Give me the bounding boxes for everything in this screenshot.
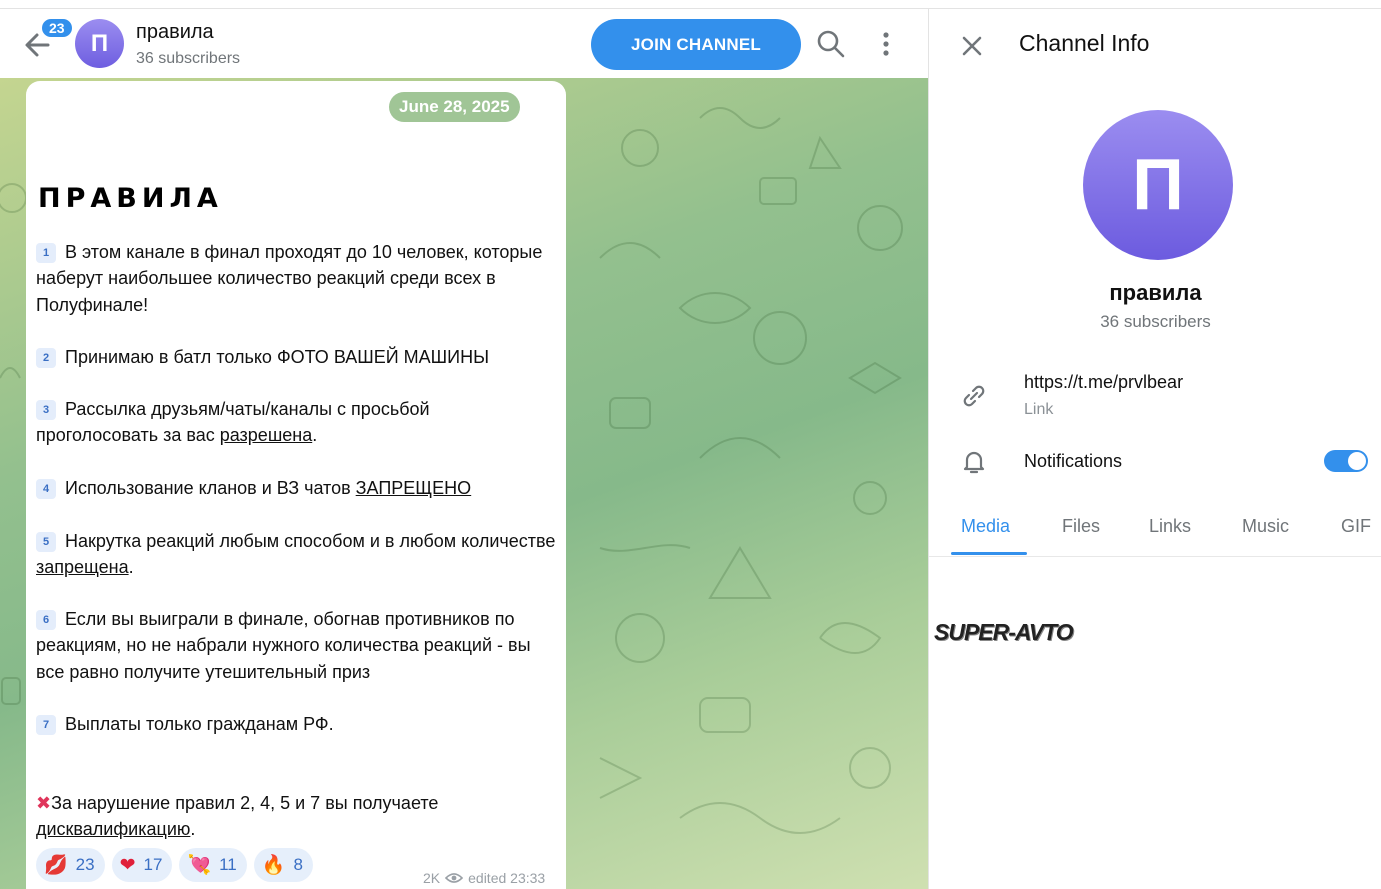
edited-time: edited 23:33 [468,870,546,886]
rule-item: 4 Использование кланов и ВЗ чатов ЗАПРЕЩЕ… [36,475,556,501]
channel-info-panel: Channel Info П правила 36 subscribers ht… [928,8,1381,889]
media-tabs: Media Files Links Music GIF [929,507,1381,557]
channel-subscribers: 36 subscribers [136,50,241,67]
link-label: Link [1024,401,1054,418]
rule-item: 2 Принимаю в батл только ФОТО ВАШЕЙ МАШИН… [36,344,556,370]
channel-subscribers: 36 subscribers [1100,312,1211,331]
rule-item: 5 Накрутка реакций любым способом и в люб… [36,528,556,581]
rule-text: Использование кланов и ВЗ чатов [65,478,356,498]
rule-number: 1 [36,243,56,263]
rule-text: Принимаю в батл только ФОТО ВАШЕЙ МАШИНЫ [65,347,490,367]
notifications-label: Notifications [1024,451,1123,471]
media-item[interactable]: SUPER-AVTO [934,619,1074,646]
rule-number: 5 [36,532,56,552]
cross-mark-icon: ✖ [36,793,52,813]
rule-number: 4 [36,479,56,499]
rule-tail: . [128,557,134,578]
rule-link[interactable]: запрещена [36,557,129,577]
chat-header: 23 П правила 36 subscribers JOIN CHANNEL [0,8,928,78]
rule-text: В этом канале в финал проходят до 10 чел… [36,242,543,315]
rule-text: Если вы выиграли в финале, обогнав проти… [36,609,531,682]
bell-icon [963,451,985,474]
more-options-icon[interactable] [871,27,901,61]
rule-item: 1В этом канале в финал проходят до 10 че… [36,239,556,318]
rule-link[interactable]: разрешена [220,425,313,445]
tab-media[interactable]: Media [961,516,1010,537]
view-count: 2K [423,870,441,886]
reaction-heart[interactable]: ❤ 17 [111,848,173,882]
rule-text: Накрутка реакций любым способом и в любо… [65,531,556,551]
eye-icon [445,873,464,883]
notifications-toggle[interactable] [1324,450,1368,472]
close-icon[interactable] [957,31,987,61]
reaction-heart-arrow[interactable]: 💘 11 [179,848,247,882]
rule-tail: . [312,425,318,446]
reactions-bar: 💋 23 ❤ 17 💘 11 🔥 8 [36,848,313,884]
link-icon [963,385,985,407]
channel-avatar[interactable]: П [75,19,124,68]
disqualification-note: ✖За нарушение правил 2, 4, 5 и 7 вы полу… [36,790,556,843]
message-meta: 2K edited 23:33 [423,870,545,886]
rule-number: 6 [36,610,56,630]
tab-music[interactable]: Music [1242,516,1289,537]
search-icon[interactable] [814,27,848,61]
heart-arrow-icon: 💘 [187,855,212,876]
rule-text: Выплаты только гражданам РФ. [65,714,334,734]
active-tab-indicator [951,552,1027,555]
fire-icon: 🔥 [261,855,286,876]
reaction-count: 23 [75,855,95,874]
rule-item: 6 Если вы выиграли в финале, обогнав прот… [36,606,556,685]
toggle-knob [1348,452,1366,470]
reaction-count: 8 [293,855,303,874]
heart-icon: ❤ [119,854,136,876]
tab-gif[interactable]: GIF [1341,516,1371,537]
tab-files[interactable]: Files [1062,516,1100,537]
reaction-kiss[interactable]: 💋 23 [36,848,105,882]
rule-number: 7 [36,715,56,735]
reaction-count: 11 [219,855,237,874]
rule-number: 3 [36,400,56,420]
note-tail: . [190,819,196,840]
rule-number: 2 [36,348,56,368]
kiss-icon: 💋 [44,855,68,876]
rule-item: 7 Выплаты только гражданам РФ. [36,711,556,737]
channel-title[interactable]: правила [136,21,214,44]
channel-avatar-large[interactable]: П [1083,110,1233,260]
date-separator: June 28, 2025 [389,92,520,122]
message-title: ПРАВИЛА [38,183,223,214]
unread-count-badge: 23 [40,17,74,39]
chat-panel: 23 П правила 36 subscribers JOIN CHANNEL… [0,0,928,889]
channel-link[interactable]: https://t.me/prvlbear [1024,372,1183,393]
rule-item: 3 Рассылка друзьям/чаты/каналы с просьбой… [36,396,556,449]
rule-link[interactable]: ЗАПРЕЩЕНО [356,478,472,498]
channel-name: правила [1109,280,1202,305]
join-channel-button[interactable]: JOIN CHANNEL [591,19,801,70]
note-link[interactable]: дисквалификацию [36,819,190,839]
reaction-count: 17 [143,855,163,874]
tab-links[interactable]: Links [1149,516,1191,537]
panel-title: Channel Info [1019,30,1150,56]
reaction-fire[interactable]: 🔥 8 [253,848,313,882]
note-text: За нарушение правил 2, 4, 5 и 7 вы получ… [51,793,439,813]
